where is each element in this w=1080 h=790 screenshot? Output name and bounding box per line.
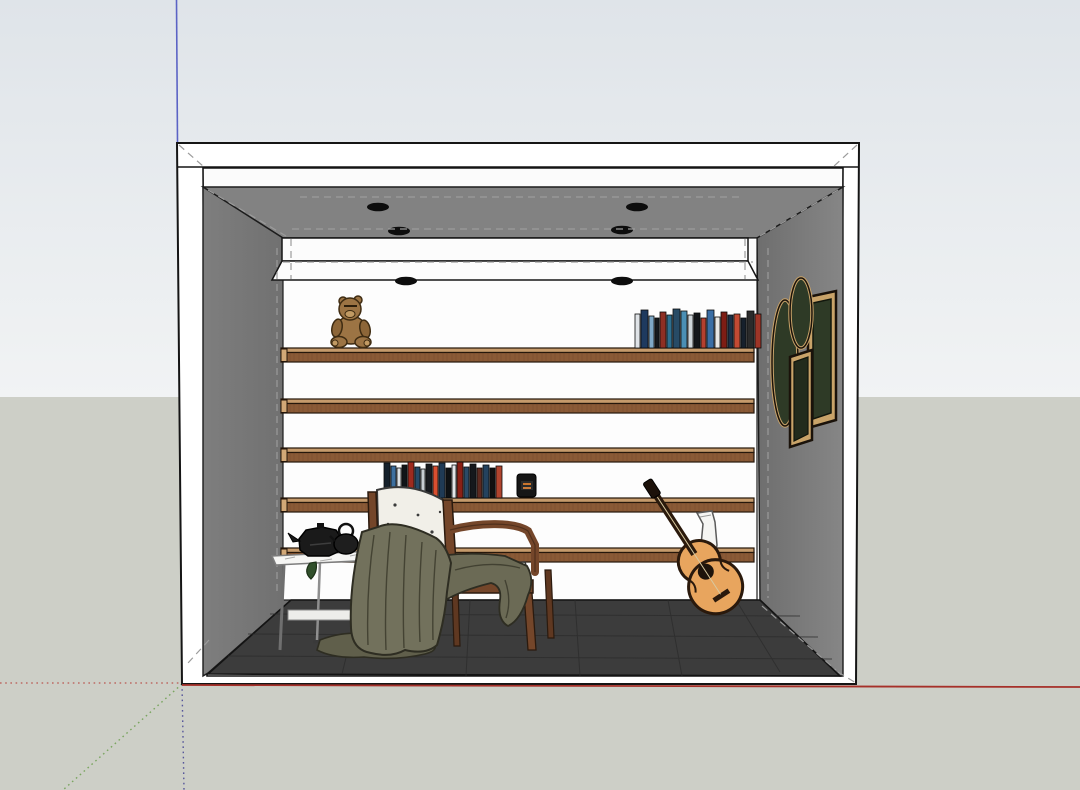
book-spine[interactable] [681, 311, 687, 348]
book-spine[interactable] [457, 462, 463, 498]
book-spine[interactable] [433, 466, 438, 498]
beam-lower-band [272, 261, 758, 280]
book-spine[interactable] [496, 466, 502, 498]
book-spine[interactable] [707, 310, 714, 348]
kettle-body [334, 534, 358, 554]
book-spine[interactable] [470, 464, 476, 498]
book-spine[interactable] [452, 465, 456, 498]
spice-jar[interactable] [517, 474, 536, 497]
jar-label-text-row [523, 487, 531, 489]
shelf-top-face [281, 348, 754, 353]
book-spine[interactable] [464, 467, 469, 498]
book-spine[interactable] [755, 314, 761, 348]
shelf-grain [281, 453, 754, 463]
book-spine[interactable] [688, 315, 693, 348]
book-spine[interactable] [701, 318, 706, 348]
wall-art-group[interactable] [772, 278, 836, 447]
book-spine[interactable] [641, 310, 648, 348]
book-spine[interactable] [660, 312, 666, 348]
spotlight[interactable] [395, 277, 417, 286]
book-spine[interactable] [655, 318, 659, 348]
beam-upper-band [282, 238, 748, 261]
book-spine[interactable] [635, 314, 640, 348]
bear-foot-pad [332, 340, 338, 346]
spotlight[interactable] [611, 277, 633, 286]
shelf-2[interactable] [281, 399, 754, 413]
spotlight[interactable] [388, 227, 410, 236]
book-spine[interactable] [667, 315, 672, 348]
book-spine[interactable] [439, 463, 445, 498]
bear-foot-pad [364, 340, 370, 346]
art-frame-tall-canvas [813, 299, 831, 419]
book-spine[interactable] [747, 311, 754, 348]
left-wall[interactable] [203, 187, 291, 676]
art-frame-small-canvas [794, 357, 808, 441]
shelf-top-face [281, 399, 754, 404]
book-spine[interactable] [734, 314, 740, 348]
shelf-top-face [281, 498, 754, 503]
spotlight[interactable] [626, 203, 648, 212]
shelf-4[interactable] [281, 498, 754, 512]
bear-muzzle [345, 311, 355, 318]
shelf-grain [281, 404, 754, 414]
teapot-lid [317, 523, 324, 528]
jar-label-text-row [523, 483, 531, 485]
spotlight[interactable] [611, 226, 633, 235]
book-spine[interactable] [477, 468, 482, 498]
shelf-end-cap [281, 349, 287, 362]
model-view[interactable] [0, 0, 1080, 790]
book-spine[interactable] [490, 468, 495, 498]
shelf-grain [281, 503, 754, 513]
shelf-top-face [281, 448, 754, 453]
shelf-end-cap [281, 400, 287, 413]
ceiling[interactable] [203, 187, 843, 238]
blue-axis-solid[interactable] [177, 0, 178, 143]
shelf-3[interactable] [281, 448, 754, 462]
shelf-end-cap [281, 449, 287, 462]
book-spine[interactable] [728, 315, 733, 348]
viewport-canvas[interactable] [0, 0, 1080, 790]
blanket-main-drape [351, 524, 451, 655]
book-spine[interactable] [483, 465, 489, 498]
book-spine[interactable] [446, 468, 451, 498]
spotlight[interactable] [367, 203, 389, 212]
book-spine[interactable] [715, 317, 720, 348]
book-spine[interactable] [721, 312, 727, 348]
book-spine[interactable] [673, 309, 680, 348]
shelf-1[interactable] [281, 348, 754, 362]
book-spine[interactable] [649, 316, 654, 348]
book-spine[interactable] [694, 313, 700, 348]
chair-leg [452, 590, 460, 646]
book-spine[interactable] [741, 318, 746, 348]
shelf-grain [281, 353, 754, 363]
shelf-end-cap [281, 499, 287, 512]
light-cove-beam[interactable] [272, 238, 758, 280]
